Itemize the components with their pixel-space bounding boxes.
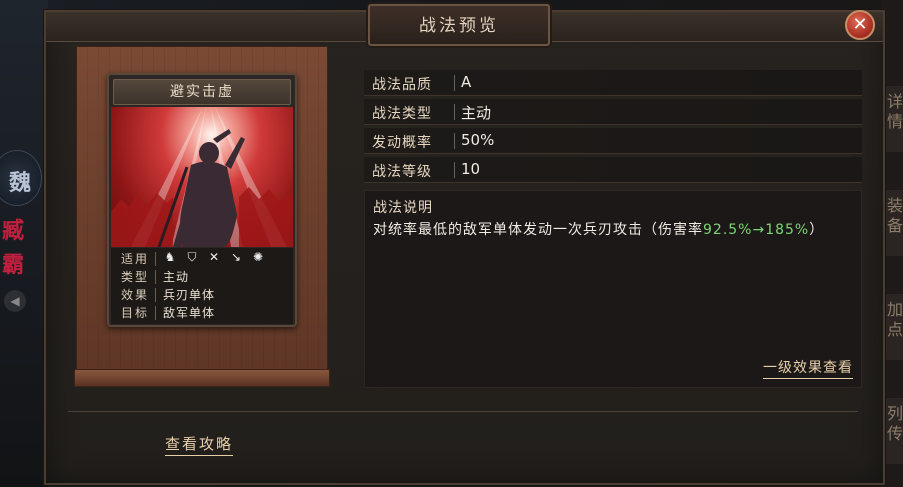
tactic-card-name: 避实击虚 — [113, 79, 291, 105]
applicable-troops: ♞ ⛉ ✕ ↘ ✺ — [163, 250, 265, 264]
card-row-applicable: 适用 ♞ ⛉ ✕ ↘ ✺ — [111, 250, 293, 268]
close-button[interactable]: ✕ — [845, 10, 875, 40]
view-guide-link[interactable]: 查看攻略 — [165, 433, 234, 456]
siege-icon: ✺ — [252, 250, 264, 264]
tactic-card-artwork — [111, 107, 293, 247]
background-left-panel: 魏 臧霸 ◀ — [0, 0, 48, 487]
prop-key: 战法品质 — [372, 77, 432, 93]
prop-key: 战法类型 — [372, 106, 432, 122]
prop-separator — [454, 162, 455, 178]
prop-value: 10 — [461, 160, 481, 178]
prop-key: 发动概率 — [372, 135, 432, 151]
damage-rate-highlight: 92.5%→185% — [703, 222, 810, 238]
card-row-value: 兵刃单体 — [163, 288, 216, 302]
description-text-end: ） — [809, 222, 825, 238]
shield-icon: ⛉ — [187, 250, 197, 264]
card-row-key: 类型 — [120, 270, 149, 284]
description-text-main: 对统率最低的敌军单体发动一次兵刃攻击（伤害率 — [373, 222, 703, 238]
tab-details[interactable]: 详情 — [883, 86, 903, 152]
prop-row-probability: 发动概率 50% — [364, 128, 862, 154]
card-row-key: 适用 — [120, 252, 149, 266]
prop-separator — [454, 133, 455, 149]
tactic-description-panel: 战法说明 对统率最低的敌军单体发动一次兵刃攻击（伤害率92.5%→185%） 一… — [364, 190, 862, 388]
dialog-title: 战法预览 — [419, 16, 499, 36]
prop-row-type: 战法类型 主动 — [364, 99, 862, 125]
card-row-separator — [155, 270, 156, 284]
tab-equipment-label: 装备 — [887, 196, 903, 235]
prop-value: 50% — [461, 131, 495, 149]
voice-icon[interactable]: ◀ — [4, 290, 26, 312]
tab-details-label: 详情 — [887, 92, 903, 131]
card-row-type: 类型 主动 — [111, 268, 293, 286]
dialog-title-plate: 战法预览 — [368, 4, 550, 46]
warrior-silhouette-art — [111, 107, 293, 247]
tab-biography-label: 列传 — [887, 404, 903, 443]
prop-row-quality: 战法品质 A — [364, 70, 862, 96]
prop-row-level: 战法等级 10 — [364, 157, 862, 183]
spear-icon: ↘ — [230, 250, 242, 264]
archer-icon: ✕ — [208, 250, 220, 264]
card-row-separator — [155, 252, 156, 266]
faction-badge-text: 魏 — [9, 171, 32, 196]
prop-key: 战法等级 — [372, 164, 432, 180]
screen: 魏 臧霸 ◀ 详情 装备 加点 列传 战法预览 ✕ 避实击虚 适用 ♞ ⛉ ✕ … — [0, 0, 903, 487]
card-row-key: 目标 — [120, 306, 149, 320]
general-name-vertical: 臧霸 — [2, 218, 25, 278]
card-row-target: 目标 敌军单体 — [111, 304, 293, 322]
tab-points-label: 加点 — [887, 300, 903, 339]
card-row-effect: 效果 兵刃单体 — [111, 286, 293, 304]
prop-value: A — [461, 73, 472, 91]
description-text: 对统率最低的敌军单体发动一次兵刃攻击（伤害率92.5%→185%） — [373, 218, 853, 243]
card-row-key: 效果 — [120, 288, 149, 302]
cavalry-icon: ♞ — [164, 250, 176, 264]
faction-badge: 魏 — [0, 150, 42, 206]
prop-value: 主动 — [461, 104, 492, 122]
card-row-separator — [155, 306, 156, 320]
prop-separator — [454, 75, 455, 91]
tactic-card: 避实击虚 适用 ♞ ⛉ ✕ ↘ ✺ 类型 主动 效果 兵刃单体 目标 敌军单体 — [107, 73, 297, 327]
tab-points[interactable]: 加点 — [883, 294, 903, 360]
scroll-rod — [74, 369, 330, 387]
level-one-effect-link[interactable]: 一级效果查看 — [763, 357, 853, 379]
bottom-divider — [68, 411, 858, 412]
card-row-value: 敌军单体 — [163, 306, 216, 320]
card-row-value: 主动 — [163, 270, 190, 284]
description-title: 战法说明 — [373, 200, 433, 216]
prop-separator — [454, 104, 455, 120]
tactic-card-info: 适用 ♞ ⛉ ✕ ↘ ✺ 类型 主动 效果 兵刃单体 目标 敌军单体 — [111, 248, 293, 324]
tab-equipment[interactable]: 装备 — [883, 190, 903, 256]
tab-biography[interactable]: 列传 — [883, 398, 903, 464]
card-row-separator — [155, 288, 156, 302]
